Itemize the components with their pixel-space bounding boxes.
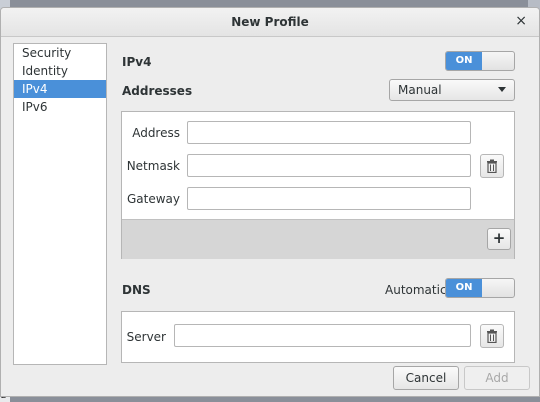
- dns-toggle-on-label: ON: [446, 279, 482, 297]
- addresses-label: Addresses: [122, 84, 193, 98]
- trash-icon: [487, 159, 497, 173]
- address-label: Address: [132, 126, 180, 140]
- sidebar-item-identity[interactable]: Identity: [14, 62, 106, 80]
- dns-panel: Server: [121, 311, 515, 363]
- dialog-title: New Profile: [231, 15, 309, 29]
- dns-label: DNS: [122, 283, 151, 297]
- ipv4-toggle-on-label: ON: [446, 52, 482, 70]
- chevron-down-icon: [498, 87, 506, 92]
- gateway-label: Gateway: [126, 192, 180, 206]
- netmask-label: Netmask: [126, 159, 180, 173]
- delete-server-button[interactable]: [480, 324, 504, 348]
- new-profile-dialog: New Profile × Security Identity IPv4 IPv…: [0, 7, 540, 397]
- close-icon[interactable]: ×: [515, 13, 527, 29]
- server-label: Server: [126, 330, 166, 344]
- addresses-panel: Address Netmask Gateway +: [121, 111, 515, 259]
- addresses-method-dropdown[interactable]: Manual: [389, 79, 515, 101]
- address-input[interactable]: [187, 121, 471, 144]
- dns-automatic-label: Automatic: [385, 283, 447, 297]
- ipv4-toggle[interactable]: ON: [445, 51, 515, 71]
- sidebar-item-security[interactable]: Security: [14, 44, 106, 62]
- sidebar-item-ipv4[interactable]: IPv4: [14, 80, 106, 98]
- delete-address-button[interactable]: [480, 154, 504, 178]
- dialog-titlebar[interactable]: New Profile ×: [1, 8, 539, 37]
- netmask-input[interactable]: [187, 154, 471, 177]
- add-button[interactable]: Add: [464, 366, 530, 390]
- gateway-input[interactable]: [187, 187, 471, 210]
- trash-icon: [487, 329, 497, 343]
- cancel-button[interactable]: Cancel: [393, 366, 459, 390]
- dns-automatic-toggle[interactable]: ON: [445, 278, 515, 298]
- ipv4-label: IPv4: [122, 55, 152, 69]
- addresses-toolbar: +: [122, 219, 514, 259]
- dns-server-input[interactable]: [174, 324, 471, 347]
- addresses-method-value: Manual: [398, 83, 442, 97]
- add-address-button[interactable]: +: [487, 228, 511, 250]
- sidebar-item-ipv6[interactable]: IPv6: [14, 98, 106, 116]
- sidebar: Security Identity IPv4 IPv6: [13, 43, 107, 365]
